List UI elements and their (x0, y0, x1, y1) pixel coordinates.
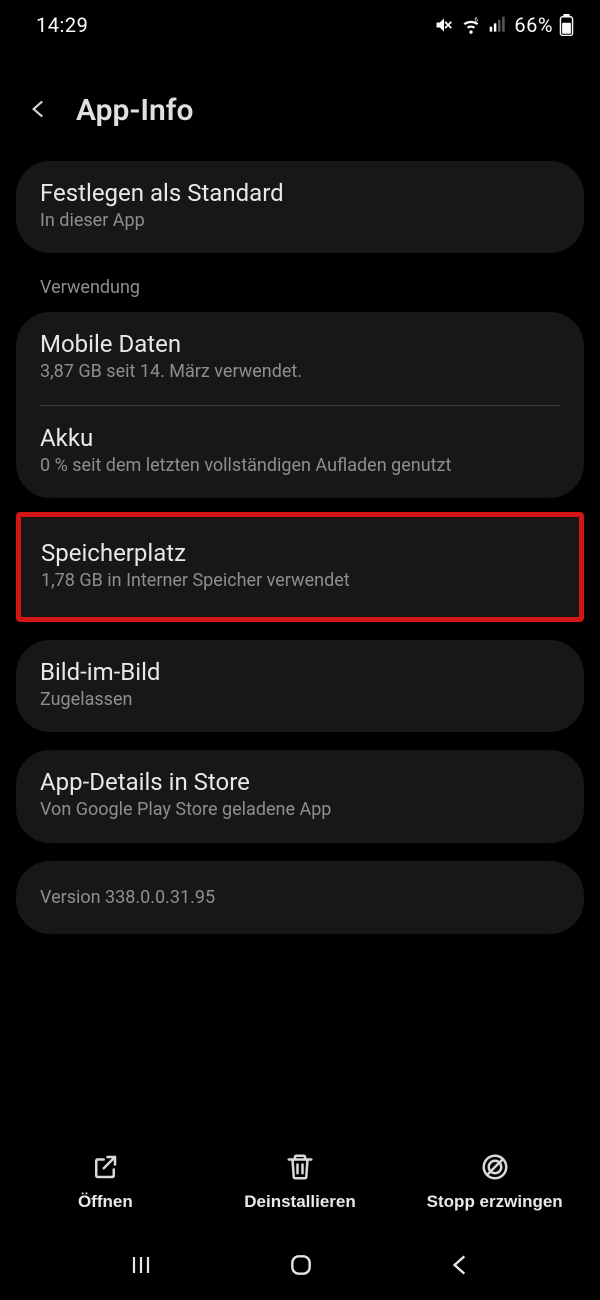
action-bar: Öffnen Deinstallieren Stopp erzwingen (0, 1130, 600, 1240)
set-as-default-title: Festlegen als Standard (40, 179, 560, 207)
trash-icon (285, 1152, 315, 1182)
store-card: App-Details in Store Von Google Play Sto… (16, 750, 584, 842)
storage-card-highlighted: Speicherplatz 1,78 GB in Interner Speich… (16, 512, 584, 622)
force-stop-label: Stopp erzwingen (427, 1192, 563, 1212)
open-label: Öffnen (78, 1192, 133, 1212)
uninstall-label: Deinstallieren (244, 1192, 356, 1212)
nav-recent-button[interactable] (101, 1243, 181, 1287)
svg-text:6: 6 (475, 16, 479, 24)
battery-icon (559, 14, 574, 36)
uninstall-button[interactable]: Deinstallieren (203, 1152, 398, 1212)
status-time: 14:29 (36, 13, 88, 37)
home-icon (288, 1252, 314, 1278)
page-title: App-Info (76, 93, 193, 128)
force-stop-button[interactable]: Stopp erzwingen (397, 1152, 592, 1212)
mobile-data-row[interactable]: Mobile Daten 3,87 GB seit 14. März verwe… (16, 312, 584, 404)
wifi-icon: 6 (460, 15, 482, 35)
mobile-data-title: Mobile Daten (40, 330, 560, 358)
pip-title: Bild-im-Bild (40, 658, 560, 686)
pip-row[interactable]: Bild-im-Bild Zugelassen (16, 640, 584, 732)
store-title: App-Details in Store (40, 768, 560, 796)
signal-icon (488, 15, 508, 35)
set-as-default-sub: In dieser App (40, 209, 560, 233)
set-as-default-row[interactable]: Festlegen als Standard In dieser App (16, 161, 584, 253)
mute-icon (434, 15, 454, 35)
storage-row[interactable]: Speicherplatz 1,78 GB in Interner Speich… (21, 517, 579, 617)
pip-sub: Zugelassen (40, 688, 560, 712)
status-bar: 14:29 6 66% (0, 0, 600, 50)
open-button[interactable]: Öffnen (8, 1152, 203, 1212)
store-row[interactable]: App-Details in Store Von Google Play Sto… (16, 750, 584, 842)
status-icons: 6 66% (434, 13, 574, 37)
storage-sub: 1,78 GB in Interner Speicher verwendet (41, 569, 559, 593)
recent-icon (127, 1253, 155, 1277)
battery-pct: 66% (514, 13, 553, 37)
pip-card: Bild-im-Bild Zugelassen (16, 640, 584, 732)
storage-title: Speicherplatz (41, 539, 559, 567)
chevron-left-icon (26, 92, 52, 126)
store-sub: Von Google Play Store geladene App (40, 798, 560, 822)
nav-home-button[interactable] (262, 1242, 340, 1288)
battery-sub: 0 % seit dem letzten vollständigen Aufla… (40, 454, 560, 478)
header: App-Info (0, 50, 600, 177)
version-text: Version 338.0.0.31.95 (40, 887, 215, 908)
back-button[interactable] (22, 88, 56, 133)
back-icon (447, 1252, 473, 1278)
mobile-data-sub: 3,87 GB seit 14. März verwendet. (40, 360, 560, 384)
version-card: Version 338.0.0.31.95 (16, 861, 584, 934)
open-icon (90, 1152, 120, 1182)
nav-back-button[interactable] (421, 1242, 499, 1288)
battery-title: Akku (40, 424, 560, 452)
stop-icon (480, 1152, 510, 1182)
defaults-card: Festlegen als Standard In dieser App (16, 161, 584, 253)
section-usage-label: Verwendung (16, 277, 584, 298)
battery-row[interactable]: Akku 0 % seit dem letzten vollständigen … (16, 406, 584, 498)
usage-card: Mobile Daten 3,87 GB seit 14. März verwe… (16, 312, 584, 498)
nav-bar (0, 1240, 600, 1300)
